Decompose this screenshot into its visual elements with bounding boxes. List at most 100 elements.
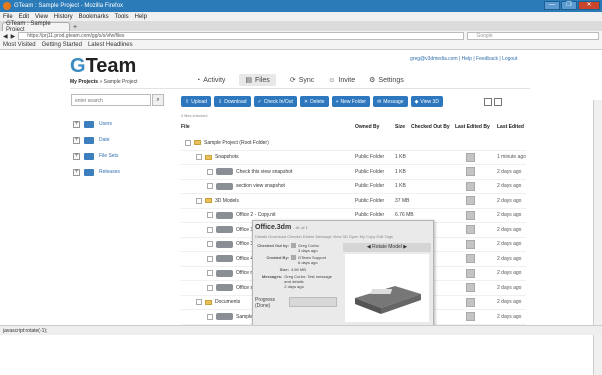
- row-checkbox[interactable]: [196, 197, 202, 204]
- forward-icon[interactable]: ▶: [11, 33, 16, 40]
- table-row[interactable]: Sample Project (Root Folder): [181, 136, 526, 151]
- close-button[interactable]: ✕: [578, 1, 600, 10]
- row-checkbox[interactable]: [207, 284, 213, 291]
- list-view-icon[interactable]: [484, 98, 492, 106]
- tab-bar: GTeam : Sample Project +: [0, 21, 602, 33]
- nav-activity[interactable]: ◔ Activity: [196, 74, 225, 86]
- popup-title: Office.3dm - #1 of 1: [255, 224, 308, 231]
- col-last-edited[interactable]: Last Edited: [497, 124, 524, 134]
- maximize-button[interactable]: ❐: [561, 1, 577, 10]
- releases-icon: [84, 168, 94, 176]
- search-engine-input[interactable]: Google: [467, 32, 599, 40]
- row-checkbox[interactable]: [185, 139, 191, 146]
- account-links[interactable]: greg@v3dmedia.com | Help | Feedback | Lo…: [410, 56, 517, 62]
- row-checkbox[interactable]: [207, 241, 213, 248]
- bookmark-most-visited[interactable]: Most Visited: [3, 42, 36, 48]
- firefox-icon: [3, 2, 11, 10]
- row-file-name[interactable]: Check this view snapshot: [236, 169, 292, 175]
- nav-invite[interactable]: ☺ Invite: [328, 74, 355, 86]
- url-bar[interactable]: https://prj11.prod.gteam.com/gg/s/s/vfw/…: [18, 32, 465, 40]
- menu-help[interactable]: Help: [135, 14, 147, 20]
- nav-files[interactable]: ▤ Files: [239, 74, 276, 86]
- table-row[interactable]: section view snapshot Public Folder 1 KB 2 …: [181, 180, 526, 194]
- col-size[interactable]: Size: [395, 124, 411, 134]
- menu-file[interactable]: File: [3, 14, 13, 20]
- row-file-name[interactable]: Office s: [236, 285, 253, 291]
- col-file[interactable]: File: [181, 124, 355, 134]
- rotate-right-icon[interactable]: ▶: [403, 244, 407, 250]
- menu-tools[interactable]: Tools: [115, 14, 129, 20]
- table-row[interactable]: Snapshots Public Folder 1 KB 1 minute ago: [181, 151, 526, 165]
- row-file-name[interactable]: Documents: [215, 299, 240, 305]
- delete-label: Delete: [310, 98, 325, 105]
- sidebar-item-file-sets[interactable]: + File Sets: [73, 148, 120, 164]
- sidebar-search-input[interactable]: enter search: [71, 94, 151, 106]
- menu-bookmarks[interactable]: Bookmarks: [79, 14, 109, 20]
- menu-history[interactable]: History: [54, 14, 73, 20]
- folder-icon: [194, 140, 201, 146]
- row-checkbox[interactable]: [207, 270, 213, 277]
- check-in-out-button[interactable]: ✓ Check In/Out: [253, 96, 297, 107]
- row-file-name[interactable]: Office 4: [236, 256, 253, 262]
- row-checkbox[interactable]: [196, 154, 202, 161]
- checked-out-label: Checked Out by:: [257, 243, 289, 248]
- nav-sync[interactable]: ⟳ Sync: [290, 74, 314, 86]
- tab-gteam[interactable]: GTeam : Sample Project: [2, 21, 70, 33]
- col-last-edited-by[interactable]: Last Edited By: [455, 124, 497, 134]
- message-icon: ✉: [377, 98, 382, 105]
- download-button[interactable]: ⇩ Download: [214, 96, 251, 107]
- grid-view-icon[interactable]: [494, 98, 502, 106]
- row-checkbox[interactable]: [207, 313, 213, 320]
- gteam-logo[interactable]: GTeam: [70, 55, 136, 78]
- delete-button[interactable]: ✕ Delete: [299, 96, 329, 107]
- cube-icon: ◆: [414, 98, 419, 105]
- new-folder-button[interactable]: + New Folder: [331, 96, 371, 107]
- nav-settings[interactable]: ⚙ Settings: [369, 74, 404, 86]
- col-owned-by[interactable]: Owned By: [355, 124, 395, 134]
- new-tab-button[interactable]: +: [73, 24, 77, 31]
- row-file-name[interactable]: Office n: [236, 270, 253, 276]
- row-file-name[interactable]: Sample Project (Root Folder): [204, 140, 269, 146]
- rotate-left-icon[interactable]: ◀: [367, 244, 371, 250]
- menu-edit[interactable]: Edit: [19, 14, 29, 20]
- sidebar-item-label: Users: [99, 121, 113, 127]
- row-file-name[interactable]: Office 3: [236, 241, 253, 247]
- minimize-button[interactable]: —: [544, 1, 560, 10]
- view-3d-button[interactable]: ◆ View 3D: [410, 96, 443, 107]
- table-row[interactable]: Check this view snapshot Public Folder 1 K…: [181, 165, 526, 180]
- model-preview[interactable]: [345, 254, 429, 322]
- search-icon[interactable]: ⌕: [152, 94, 164, 106]
- upload-button[interactable]: ⇧ Upload: [181, 96, 212, 107]
- expand-icon[interactable]: +: [73, 152, 80, 160]
- sidebar-item-users[interactable]: + Users: [73, 116, 120, 132]
- row-owner: Public Folder: [355, 168, 385, 175]
- row-checkbox[interactable]: [207, 168, 213, 175]
- message-button[interactable]: ✉ Message: [373, 96, 408, 107]
- expand-icon[interactable]: +: [73, 168, 80, 176]
- row-file-name[interactable]: section view snapshot: [236, 183, 285, 189]
- row-file-name[interactable]: Snapshots: [215, 154, 239, 160]
- row-file-name[interactable]: Sample: [236, 314, 253, 320]
- row-owner: Public Folder: [355, 154, 385, 161]
- menu-view[interactable]: View: [35, 14, 48, 20]
- row-checkbox[interactable]: [196, 299, 202, 306]
- row-file-name[interactable]: Office 3: [236, 227, 253, 233]
- back-icon[interactable]: ◀: [3, 33, 8, 40]
- row-file-name[interactable]: Office 2 - Copy.nit: [236, 212, 276, 218]
- table-row[interactable]: 3D Models Public Folder 37 MB 2 days ago: [181, 194, 526, 209]
- row-checkbox[interactable]: [207, 226, 213, 233]
- row-file-name[interactable]: 3D Models: [215, 198, 239, 204]
- sidebar-item-date[interactable]: + Date: [73, 132, 120, 148]
- bookmark-latest-headlines[interactable]: Latest Headlines: [88, 42, 133, 48]
- popup-tabs[interactable]: Details Download Checkin Delete Message …: [255, 234, 393, 239]
- col-checked-out-by[interactable]: Checked Out By: [411, 124, 455, 134]
- breadcrumb-projects[interactable]: My Projects: [70, 79, 98, 85]
- row-checkbox[interactable]: [207, 255, 213, 262]
- row-checkbox[interactable]: [207, 183, 213, 190]
- avatar: [466, 167, 475, 177]
- sidebar-item-releases[interactable]: + Releases: [73, 164, 120, 180]
- bookmark-getting-started[interactable]: Getting Started: [42, 42, 82, 48]
- expand-icon[interactable]: +: [73, 120, 80, 128]
- row-checkbox[interactable]: [207, 212, 213, 219]
- expand-icon[interactable]: +: [73, 136, 80, 144]
